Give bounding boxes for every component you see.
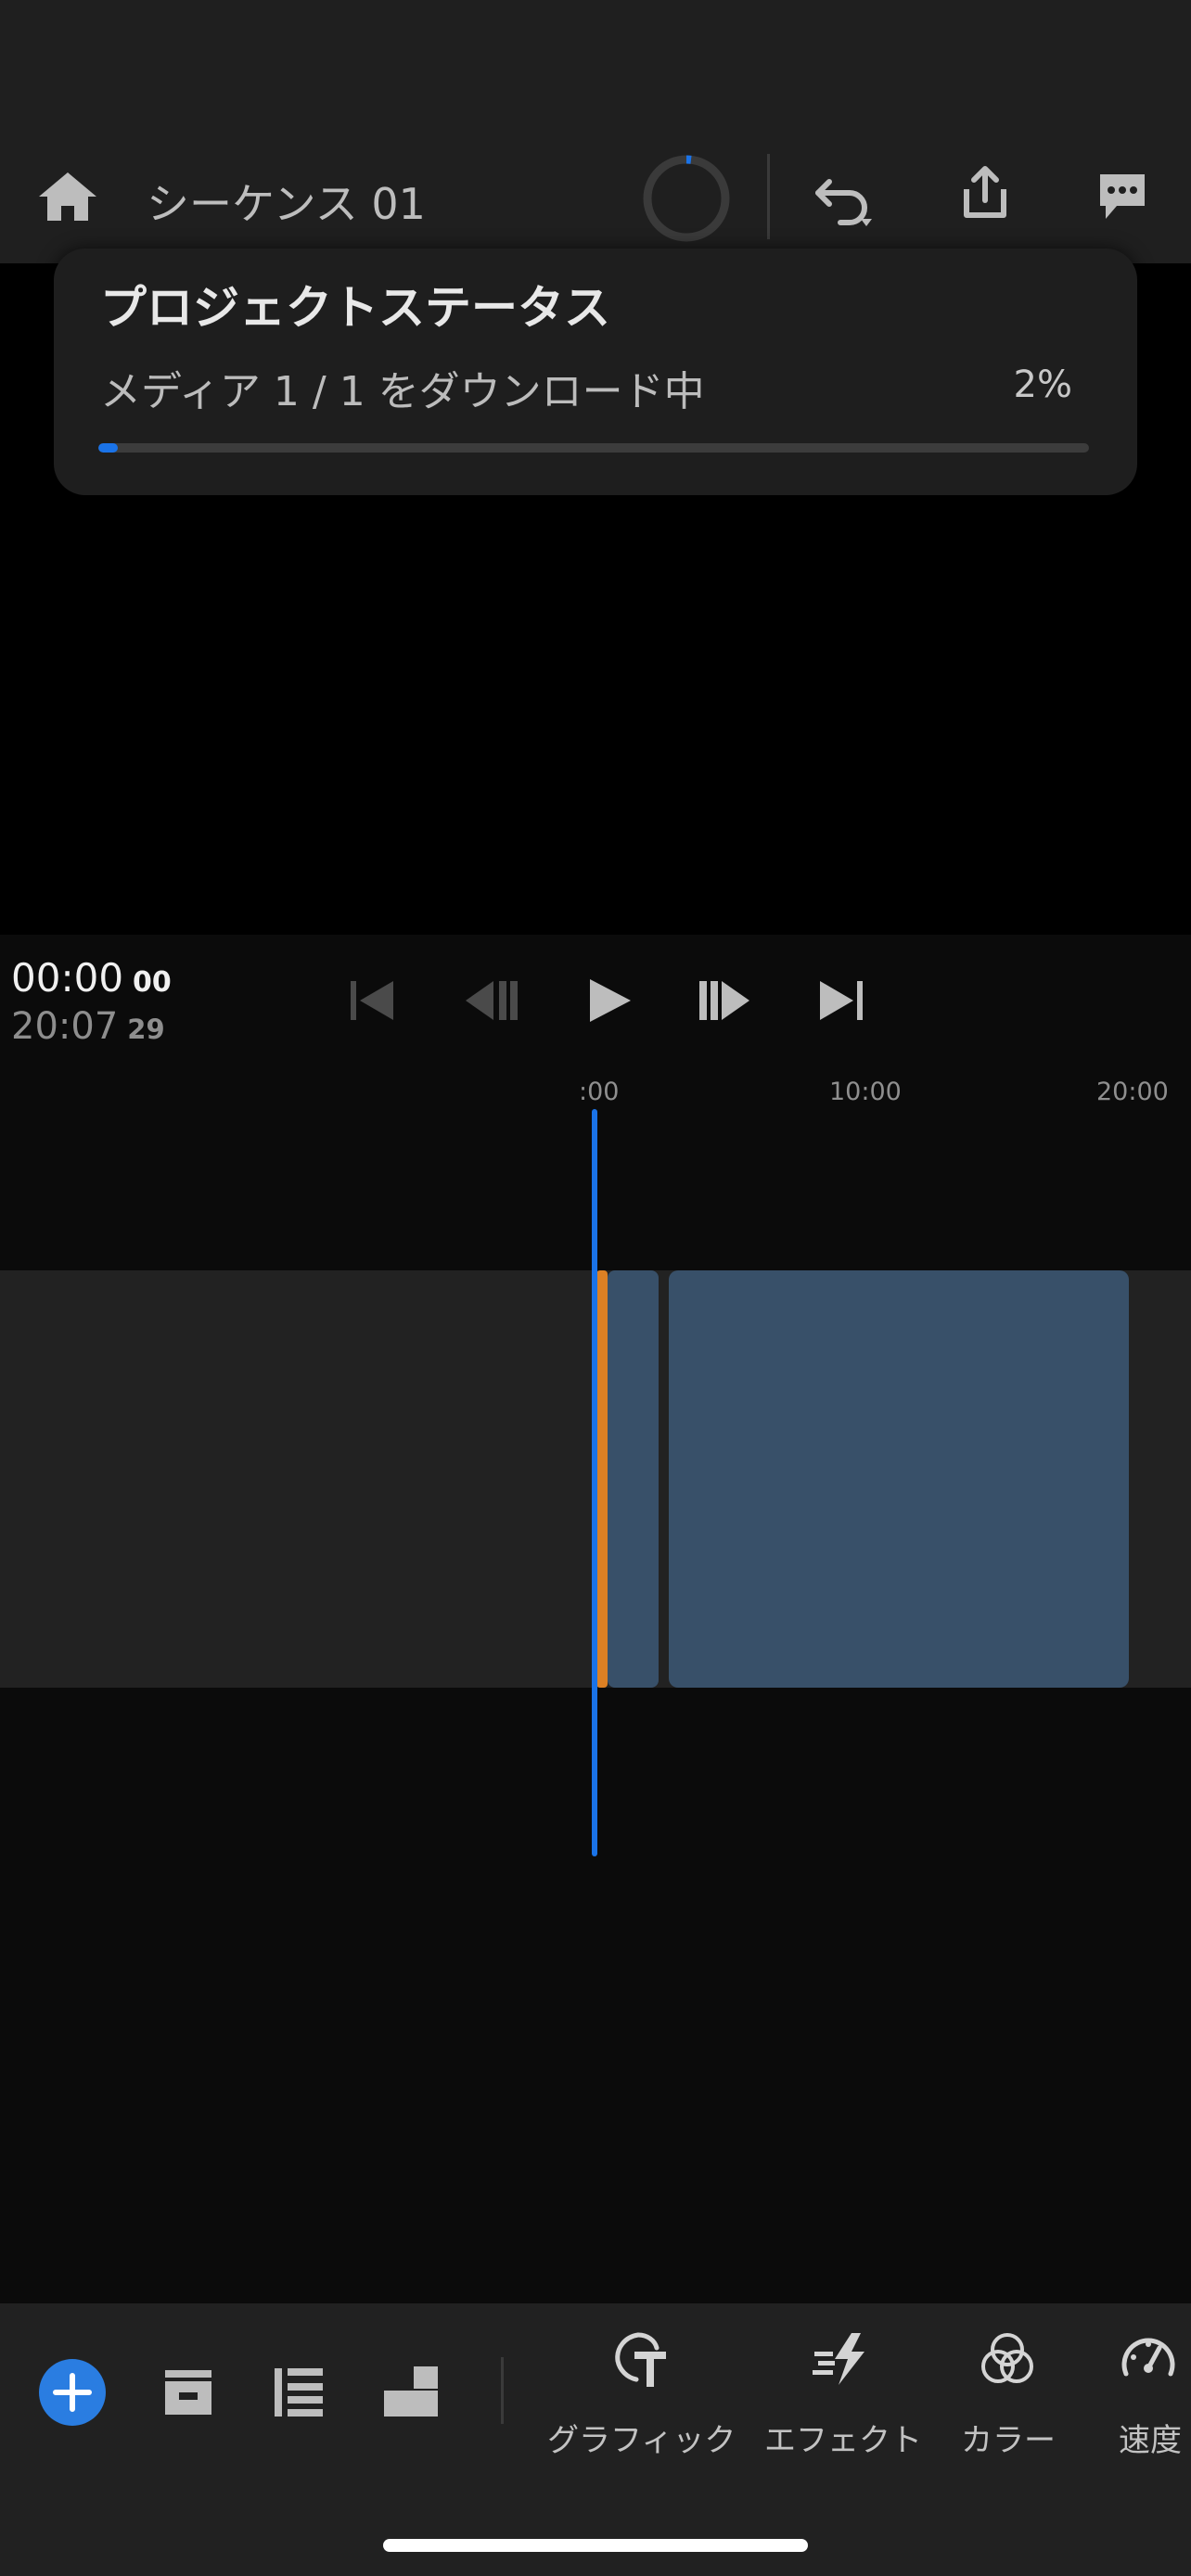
speed-icon[interactable]: [1119, 2329, 1178, 2389]
download-progress-fill: [98, 443, 119, 453]
toolbar-divider: [767, 154, 770, 239]
toolbar-divider: [501, 2357, 504, 2424]
current-time: 00:00: [11, 955, 124, 1001]
playhead[interactable]: [592, 1109, 597, 1856]
skip-to-start-icon[interactable]: [341, 970, 403, 1031]
ruler-label: 10:00: [829, 1078, 902, 1106]
download-percent: 2%: [1013, 363, 1072, 406]
list-icon[interactable]: [273, 2366, 325, 2418]
aspect-ratio-icon[interactable]: [382, 2365, 440, 2418]
graphics-icon[interactable]: [610, 2329, 670, 2389]
undo-icon[interactable]: [813, 169, 877, 230]
duration-time: 20:07: [11, 1005, 119, 1048]
download-status-message: メディア 1 / 1 をダウンロード中: [100, 368, 705, 415]
video-clip[interactable]: [608, 1270, 659, 1688]
download-progress-bar: [98, 443, 1089, 453]
home-indicator[interactable]: [383, 2539, 808, 2552]
clip-trim-handle[interactable]: [596, 1270, 608, 1688]
share-icon[interactable]: [959, 165, 1011, 221]
skip-to-end-icon[interactable]: [811, 970, 872, 1031]
duration-frames: 29: [127, 1014, 165, 1045]
tool-label-effects[interactable]: エフェクト: [764, 2415, 922, 2460]
ruler-label: 20:00: [1096, 1078, 1169, 1106]
project-status-title: プロジェクトステータス: [100, 281, 610, 335]
duration-timecode: 20:07 29: [11, 1005, 165, 1048]
ruler-label: :00: [579, 1078, 620, 1106]
step-back-icon[interactable]: [460, 970, 521, 1031]
tool-label-color[interactable]: カラー: [961, 2415, 1056, 2460]
tool-label-graphics[interactable]: グラフィック: [547, 2415, 736, 2460]
current-timecode: 00:00 00: [11, 955, 172, 1001]
sequence-title[interactable]: シーケンス 01: [147, 171, 426, 232]
step-forward-icon[interactable]: [694, 970, 755, 1031]
video-clip[interactable]: [669, 1270, 1129, 1688]
project-status-card: プロジェクトステータス メディア 1 / 1 をダウンロード中 2%: [54, 249, 1137, 495]
current-frames: 00: [133, 966, 172, 999]
add-icon: [53, 2373, 92, 2412]
add-media-button[interactable]: [39, 2359, 106, 2426]
play-icon[interactable]: [577, 970, 638, 1031]
comments-icon[interactable]: [1096, 171, 1148, 224]
effects-icon[interactable]: [811, 2329, 870, 2389]
archive-icon[interactable]: [161, 2368, 215, 2417]
tool-label-speed[interactable]: 速度: [1119, 2415, 1182, 2460]
color-icon[interactable]: [978, 2329, 1037, 2389]
sync-progress-ring-icon: [643, 155, 730, 242]
home-icon[interactable]: [37, 169, 98, 224]
